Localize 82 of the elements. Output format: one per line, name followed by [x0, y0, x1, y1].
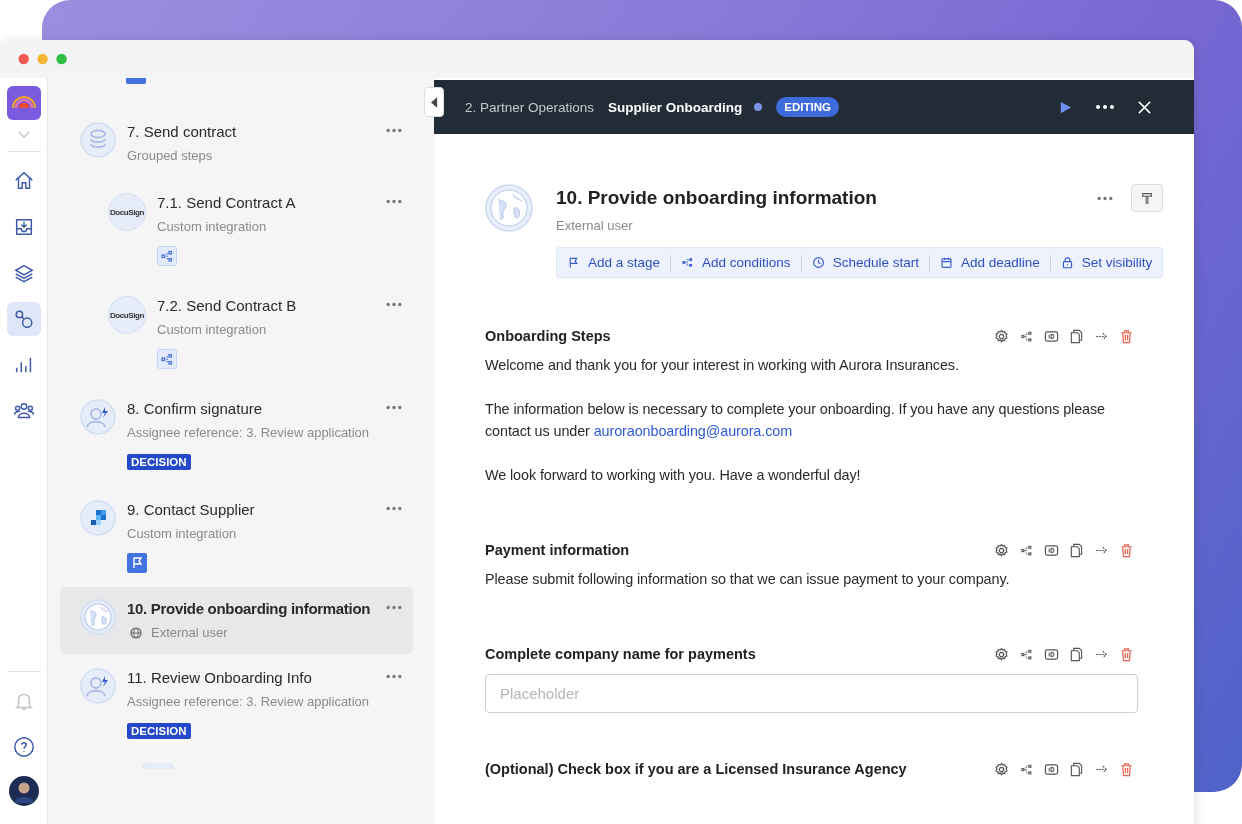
app-logo[interactable]: [6, 86, 41, 120]
copy-icon[interactable]: [1069, 328, 1084, 344]
step-subtitle: Assignee reference: 3. Review application: [127, 694, 370, 709]
section-title: Payment information: [485, 542, 630, 558]
delete-icon[interactable]: [1119, 542, 1134, 558]
action-button[interactable]: Set visibility: [1060, 253, 1153, 272]
action-button[interactable]: Add a stage: [567, 253, 661, 272]
input-field[interactable]: Placeholder: [485, 674, 1138, 713]
stack-icon: [80, 122, 116, 158]
calendar-icon: [939, 256, 953, 269]
flag-icon: [567, 256, 580, 269]
paragraph: Please submit following information so that we can issue payment to your company.: [485, 570, 1011, 589]
paint-roller-icon: [1140, 191, 1155, 205]
settings-icon[interactable]: [994, 761, 1009, 777]
settings-icon[interactable]: [994, 542, 1009, 558]
conditions-icon: [681, 256, 695, 269]
copy-icon[interactable]: [1069, 542, 1084, 558]
user-bolt-icon: [80, 399, 116, 435]
copy-icon[interactable]: [1069, 761, 1084, 777]
tiles-icon: [80, 500, 116, 536]
integration-logo: DocuSign: [108, 193, 146, 231]
step-subtitle: Custom integration: [127, 526, 237, 541]
action-button[interactable]: Add deadline: [939, 253, 1040, 272]
action-button[interactable]: Schedule start: [811, 253, 919, 272]
section-title: Complete company name for payments: [485, 646, 756, 662]
selected-step-item[interactable]: 10. Provide onboarding information External user: [60, 587, 413, 654]
decision-tag: DECISION: [127, 723, 191, 739]
action-button[interactable]: Add conditions: [681, 253, 791, 272]
step-title[interactable]: 11. Review Onboarding Info: [127, 668, 312, 688]
step-title: 10. Provide onboarding information: [556, 187, 877, 209]
step-subtitle: External user: [151, 625, 228, 640]
paragraph: We look forward to working with you. Have a wonderful day!: [485, 466, 862, 485]
clock-icon: [811, 256, 825, 269]
process-title: Supplier Onboarding: [608, 99, 743, 115]
delete-icon[interactable]: [1119, 328, 1134, 344]
id-icon[interactable]: [1044, 542, 1059, 558]
play-icon[interactable]: [1058, 99, 1073, 115]
collapse-button[interactable]: [424, 87, 444, 117]
id-icon[interactable]: [1044, 328, 1059, 344]
step-icon: [140, 763, 176, 769]
paragraph: The information below is necessary to complete your onboarding. If you have any questions please contact us under auroraonboarding@aurora.com: [485, 400, 1106, 441]
step-subtitle: Custom integration: [157, 322, 267, 337]
delete-icon[interactable]: [1119, 646, 1134, 662]
step-subtitle: Custom integration: [157, 219, 267, 234]
paragraph: Welcome and thank you for your interest in working with Aurora Insurances.: [485, 356, 960, 375]
globe-icon: [485, 184, 533, 232]
collapse-icon: [430, 96, 438, 108]
id-icon[interactable]: [1044, 646, 1059, 662]
lock-icon: [1060, 256, 1074, 269]
id-icon[interactable]: [1044, 761, 1059, 777]
section-title: Onboarding Steps: [485, 328, 611, 344]
more-icon[interactable]: [1095, 104, 1115, 110]
step-subtitle: External user: [556, 218, 633, 233]
step-subtitle: Grouped steps: [127, 148, 213, 163]
globe-icon: [80, 599, 116, 635]
integration-icon: [157, 246, 177, 266]
integration-icon: [157, 349, 177, 369]
workflow-icon[interactable]: [6, 302, 41, 336]
step-title[interactable]: 7.1. Send Contract A: [157, 193, 296, 213]
integration-logo: DocuSign: [108, 296, 146, 334]
step-title[interactable]: 7. Send contract: [127, 122, 237, 142]
section-title: (Optional) Check box if you are a Licensed Insurance Agency: [485, 761, 907, 777]
settings-icon[interactable]: [994, 328, 1009, 344]
status-badge: EDITING: [776, 97, 839, 117]
globe-icon: [130, 626, 142, 639]
copy-icon[interactable]: [1069, 646, 1084, 662]
step-title[interactable]: 7.2. Send Contract B: [157, 296, 297, 316]
delete-icon[interactable]: [1119, 761, 1134, 777]
user-avatar[interactable]: [8, 776, 39, 806]
user-bolt-icon: [80, 668, 116, 704]
step-title[interactable]: 8. Confirm signature: [127, 399, 263, 419]
unsaved-dot: [754, 103, 763, 111]
settings-icon[interactable]: [994, 646, 1009, 662]
step-title[interactable]: 10. Provide onboarding information: [127, 599, 371, 619]
decision-tag: DECISION: [127, 454, 191, 470]
format-button[interactable]: [1131, 184, 1164, 212]
step-title[interactable]: 9. Contact Supplier: [127, 500, 255, 520]
step-subtitle: Assignee reference: 3. Review application: [127, 425, 370, 440]
breadcrumb-link[interactable]: 2. Partner Operations: [465, 99, 595, 115]
flag-icon: [127, 553, 147, 573]
email-link[interactable]: auroraonboarding@aurora.com: [593, 423, 793, 439]
close-icon[interactable]: [1137, 99, 1152, 115]
